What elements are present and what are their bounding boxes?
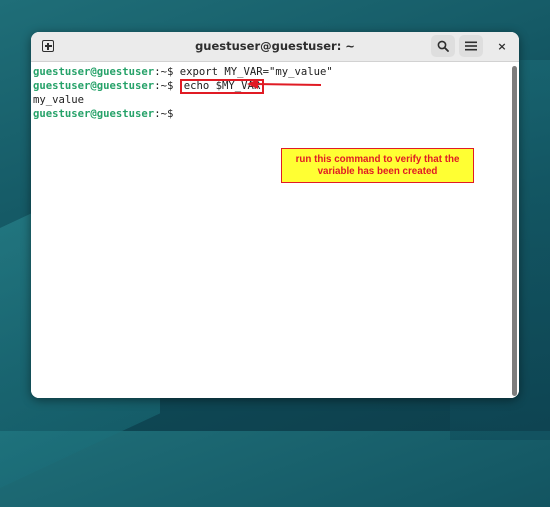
terminal-line: guestuser@guestuser:~$ — [33, 107, 519, 121]
prompt-path: :~$ — [154, 80, 180, 92]
prompt-user: guestuser@guestuser — [33, 80, 155, 92]
search-icon — [437, 40, 449, 52]
close-button[interactable]: × — [493, 37, 511, 55]
terminal-window: guestuser@guestuser: ~ × guestuser@guest… — [31, 32, 519, 398]
close-icon: × — [497, 39, 507, 53]
search-button[interactable] — [431, 35, 455, 57]
arrow-icon — [247, 79, 322, 89]
scrollbar[interactable] — [512, 66, 517, 396]
terminal-output[interactable]: guestuser@guestuser:~$ export MY_VAR="my… — [31, 62, 519, 398]
annotation-callout: run this command to verify that the vari… — [281, 148, 474, 183]
title-bar[interactable]: guestuser@guestuser: ~ × — [31, 32, 519, 62]
prompt-path: :~$ — [154, 108, 180, 120]
terminal-output-line: my_value — [33, 94, 85, 106]
prompt-path: :~$ — [154, 66, 180, 78]
menu-button[interactable] — [459, 35, 483, 57]
hamburger-menu-icon — [465, 41, 477, 51]
prompt-user: guestuser@guestuser — [33, 108, 155, 120]
prompt-user: guestuser@guestuser — [33, 66, 155, 78]
